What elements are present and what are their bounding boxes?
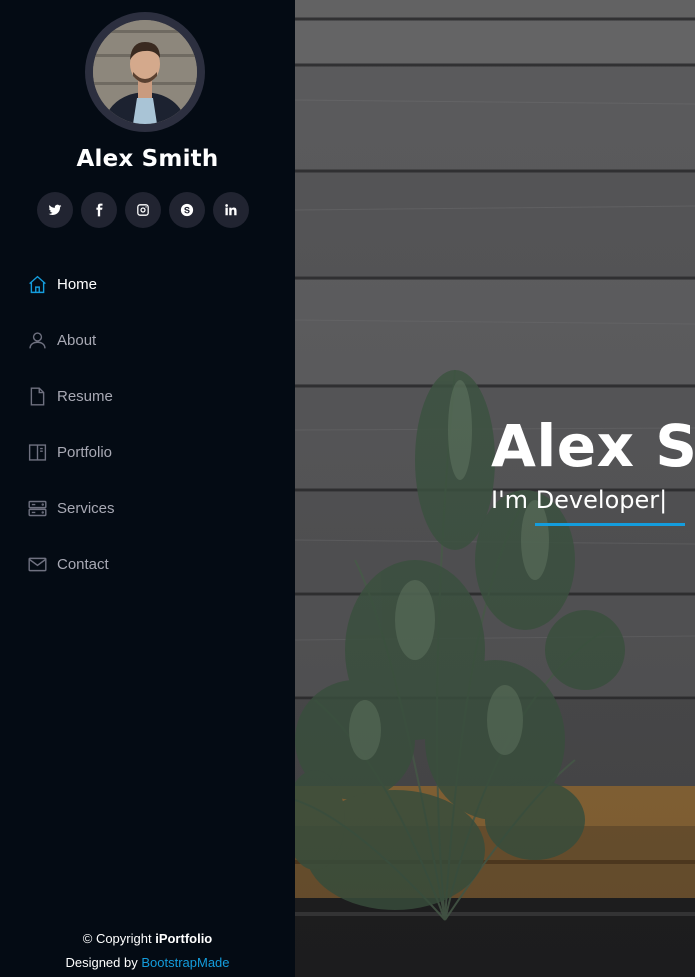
hero-section: Alex Smith I'm Developer| xyxy=(295,0,695,977)
nav-item-about[interactable]: About xyxy=(26,324,115,356)
nav-label-resume: Resume xyxy=(57,387,113,405)
nav-label-about: About xyxy=(57,331,97,349)
hero-subtitle: I'm Developer| xyxy=(491,486,667,514)
nav-item-home[interactable]: Home xyxy=(26,268,115,300)
facebook-link[interactable] xyxy=(81,192,117,228)
nav-label-home: Home xyxy=(57,275,98,293)
typed-role: Developer xyxy=(535,486,660,514)
nav-label-services: Services xyxy=(57,499,115,517)
person-icon xyxy=(26,329,48,351)
page: Alex Smith Home About Resume Portfolio S… xyxy=(0,0,695,977)
footer: © Copyright iPortfolio Designed by Boots… xyxy=(0,930,295,977)
main-nav: Home About Resume Portfolio Services Con… xyxy=(26,268,115,604)
nav-item-services[interactable]: Services xyxy=(26,492,115,524)
linkedin-link[interactable] xyxy=(213,192,249,228)
instagram-link[interactable] xyxy=(125,192,161,228)
credits: Designed by BootstrapMade xyxy=(0,954,295,977)
nav-item-resume[interactable]: Resume xyxy=(26,380,115,412)
linkedin-icon xyxy=(225,204,237,216)
envelope-icon xyxy=(26,553,48,575)
typing-cursor: | xyxy=(659,486,668,514)
house-icon xyxy=(26,273,48,295)
nav-label-portfolio: Portfolio xyxy=(57,443,113,461)
avatar-frame xyxy=(85,12,205,132)
nav-label-contact: Contact xyxy=(57,555,109,573)
hero-subtitle-prefix: I'm xyxy=(491,486,536,514)
copyright: © Copyright iPortfolio xyxy=(0,930,295,954)
copyright-prefix: © Copyright xyxy=(82,931,156,946)
sidebar: Alex Smith Home About Resume Portfolio S… xyxy=(0,0,295,977)
facebook-icon xyxy=(96,203,103,217)
server-icon xyxy=(26,497,48,519)
avatar xyxy=(93,20,197,124)
skype-link[interactable] xyxy=(169,192,205,228)
book-icon xyxy=(26,441,48,463)
instagram-icon xyxy=(137,204,149,216)
hero-title: Alex Smith xyxy=(491,412,695,480)
twitter-icon xyxy=(48,204,62,216)
nav-item-contact[interactable]: Contact xyxy=(26,548,115,580)
brand-name: iPortfolio xyxy=(155,931,213,946)
designed-by-label: Designed by xyxy=(65,955,142,970)
nav-item-portfolio[interactable]: Portfolio xyxy=(26,436,115,468)
designer-link[interactable]: BootstrapMade xyxy=(141,955,229,970)
typed-underline xyxy=(535,523,685,526)
skype-icon xyxy=(180,203,194,217)
file-icon xyxy=(26,385,48,407)
profile-name: Alex Smith xyxy=(76,146,219,172)
twitter-link[interactable] xyxy=(37,192,73,228)
social-links xyxy=(37,192,249,228)
